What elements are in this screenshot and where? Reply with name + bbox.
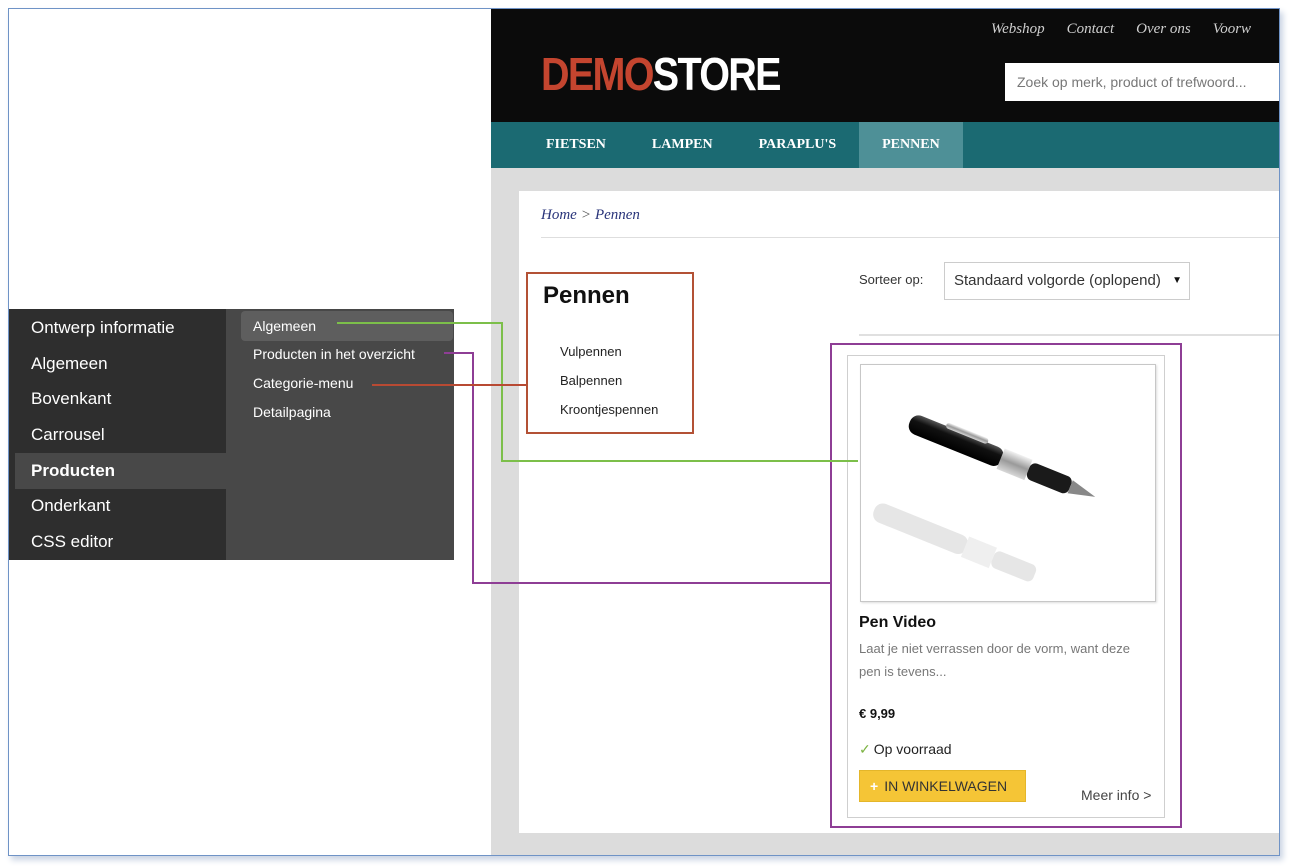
add-to-cart-label: IN WINKELWAGEN	[884, 778, 1008, 794]
cms-submenu-categorie-menu[interactable]: Categorie-menu	[253, 375, 353, 391]
sort-label: Sorteer op:	[859, 272, 924, 287]
breadcrumb-home[interactable]: Home	[541, 207, 577, 223]
nav-item-pennen[interactable]: PENNEN	[859, 122, 963, 168]
screenshot-frame: Webshop Contact Over ons Voorw DEMOSTORE…	[8, 8, 1280, 856]
breadcrumb: Home > Pennen	[541, 207, 640, 224]
product-description: Laat je niet verrassen door de vorm, wan…	[859, 641, 1130, 679]
logo-part-demo: DEMO	[541, 48, 655, 100]
top-link-over-ons[interactable]: Over ons	[1136, 21, 1191, 38]
sort-selected-value: Standaard volgorde (oplopend)	[954, 272, 1161, 289]
cms-menu-ontwerp-informatie[interactable]: Ontwerp informatie	[31, 318, 175, 338]
more-info-link[interactable]: Meer info >	[1081, 787, 1151, 803]
shop-header: Webshop Contact Over ons Voorw DEMOSTORE	[491, 9, 1279, 122]
category-item-vulpennen[interactable]: Vulpennen	[560, 344, 658, 373]
cms-settings-panel: Ontwerp informatie Algemeen Bovenkant Ca…	[9, 309, 454, 560]
category-list: Vulpennen Balpennen Kroontjespennen	[560, 344, 658, 431]
cms-menu-onderkant[interactable]: Onderkant	[31, 496, 110, 516]
product-price: € 9,99	[859, 706, 896, 721]
cms-menu-carrousel[interactable]: Carrousel	[31, 425, 105, 445]
divider	[859, 334, 1279, 336]
page-content: Home > Pennen Pennen Vulpennen Balpennen K…	[519, 191, 1279, 833]
category-title: Pennen	[543, 282, 630, 309]
cms-menu-css-editor[interactable]: CSS editor	[31, 532, 113, 552]
category-nav: FIETSEN LAMPEN PARAPLU'S PENNEN	[491, 122, 1279, 168]
stock-label: Op voorraad	[873, 741, 952, 757]
product-title[interactable]: Pen Video	[859, 614, 936, 632]
top-link-webshop[interactable]: Webshop	[991, 21, 1045, 38]
cms-menu-bovenkant[interactable]: Bovenkant	[31, 389, 111, 409]
top-links: Webshop Contact Over ons Voorw	[991, 21, 1251, 38]
cms-menu-producten[interactable]: Producten	[31, 461, 115, 481]
cms-submenu-algemeen[interactable]: Algemeen	[253, 318, 316, 334]
chevron-down-icon: ▼	[1172, 275, 1182, 286]
nav-item-lampen[interactable]: LAMPEN	[629, 122, 736, 168]
add-to-cart-button[interactable]: + IN WINKELWAGEN	[859, 770, 1026, 802]
category-menu-highlight: Pennen Vulpennen Balpennen Kroontjespenn…	[526, 272, 694, 434]
plus-icon: +	[870, 778, 879, 794]
category-item-kroontjespennen[interactable]: Kroontjespennen	[560, 402, 658, 431]
category-item-balpennen[interactable]: Balpennen	[560, 373, 658, 402]
nav-item-paraplus[interactable]: PARAPLU'S	[736, 122, 860, 168]
breadcrumb-current[interactable]: Pennen	[595, 207, 640, 223]
logo-part-store: STORE	[652, 48, 782, 100]
top-link-contact[interactable]: Contact	[1067, 21, 1115, 38]
pen-image-icon	[873, 415, 1096, 582]
stock-status: ✓ Op voorraad	[859, 741, 952, 758]
checkmark-icon: ✓	[859, 741, 871, 757]
webshop-preview: Webshop Contact Over ons Voorw DEMOSTORE…	[491, 9, 1279, 855]
top-link-voorwaarden[interactable]: Voorw	[1213, 21, 1251, 38]
shop-logo[interactable]: DEMOSTORE	[541, 48, 782, 100]
nav-item-fietsen[interactable]: FIETSEN	[523, 122, 629, 168]
cms-submenu-producten-overzicht[interactable]: Producten in het overzicht	[253, 346, 415, 362]
sort-select[interactable]: Standaard volgorde (oplopend) ▼	[944, 262, 1190, 300]
divider	[541, 237, 1279, 238]
search-input[interactable]	[1005, 63, 1279, 101]
cms-menu-algemeen[interactable]: Algemeen	[31, 354, 108, 374]
product-image[interactable]	[860, 364, 1156, 602]
breadcrumb-separator: >	[580, 207, 591, 223]
cms-submenu-detailpagina[interactable]: Detailpagina	[253, 404, 331, 420]
